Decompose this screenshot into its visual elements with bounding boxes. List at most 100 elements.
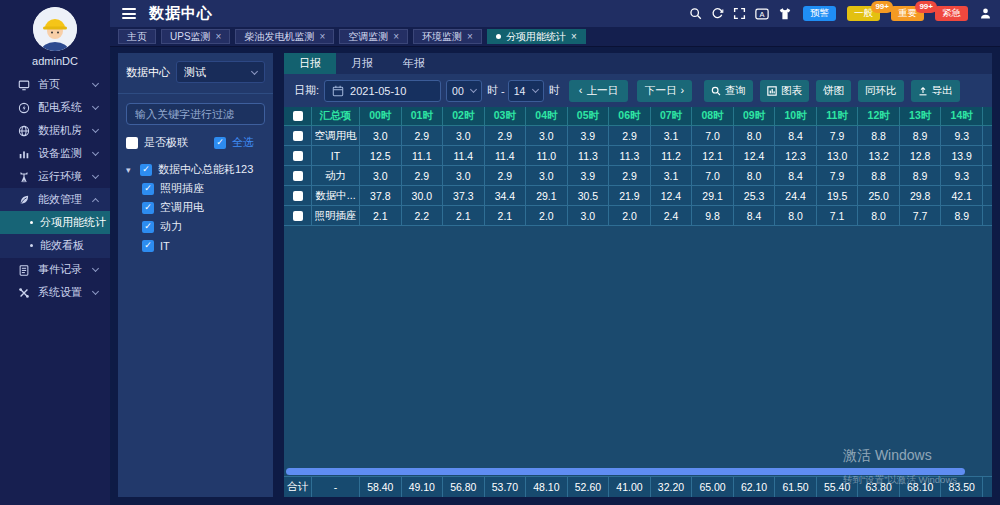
pie-button[interactable]: 饼图 — [816, 80, 851, 102]
row-checkbox[interactable] — [293, 151, 303, 161]
scrollbar-thumb[interactable] — [286, 468, 965, 475]
sidebar-subitem-分项用能统计[interactable]: 分项用能统计 — [0, 211, 110, 234]
value-cell: 3.0 — [360, 166, 402, 186]
tree-node-动力[interactable]: ✓动力 — [126, 217, 273, 236]
header-hour-cell: 12时 — [858, 107, 900, 126]
sidebar-subitem-能效看板[interactable]: 能效看板 — [0, 234, 110, 257]
value-cell: 29.8 — [900, 186, 942, 206]
sidebar-item-能效管理[interactable]: 能效管理 — [0, 188, 110, 211]
row-checkbox[interactable] — [293, 131, 303, 141]
value-cell: 3.0 — [443, 126, 485, 146]
tab-label: 柴油发电机监测 — [244, 30, 314, 44]
alarm-button-紧急[interactable]: 紧急 — [935, 6, 968, 21]
prev-day-button[interactable]: ‹上一日 — [569, 80, 628, 102]
export-button[interactable]: 导出 — [911, 80, 960, 102]
tree-node-照明插座[interactable]: ✓照明插座 — [126, 179, 273, 198]
alarm-badge: 99+ — [871, 1, 893, 13]
value-cell: 8.8 — [858, 166, 900, 186]
filler-cell — [983, 126, 992, 146]
avatar-wrap: adminDC — [0, 0, 110, 67]
datacenter-select[interactable]: 测试 — [176, 61, 265, 83]
power-distribution-icon — [16, 102, 31, 114]
alarm-button-预警[interactable]: 预警 — [803, 6, 836, 21]
translate-icon[interactable]: A — [755, 7, 769, 21]
row-checkbox[interactable] — [293, 171, 303, 181]
header-hour-cell: 02时 — [443, 107, 485, 126]
tree-node-空调用电[interactable]: ✓空调用电 — [126, 198, 273, 217]
user-icon[interactable] — [979, 7, 992, 20]
sidebar-item-设备监测[interactable]: 设备监测 — [0, 142, 110, 165]
header-hour-cell: 00时 — [360, 107, 402, 126]
header-hour-cell: 07时 — [651, 107, 693, 126]
close-tab-icon[interactable]: × — [467, 32, 473, 42]
tab-空调监测[interactable]: 空调监测× — [339, 29, 408, 44]
fullscreen-icon[interactable] — [733, 7, 746, 20]
tree-node-checkbox[interactable]: ✓ — [142, 183, 154, 195]
select-all-checkbox[interactable]: ✓ — [214, 137, 226, 149]
tree-filter-input[interactable] — [126, 103, 265, 125]
date-picker[interactable]: 2021-05-10 — [324, 80, 441, 102]
tree-node-IT[interactable]: ✓IT — [126, 236, 273, 255]
footer-value-cell: 53.70 — [485, 477, 527, 497]
refresh-icon[interactable] — [711, 7, 724, 20]
tab-柴油发电机监测[interactable]: 柴油发电机监测 × — [235, 29, 334, 44]
tree-node-checkbox[interactable]: ✓ — [142, 202, 154, 214]
next-day-button[interactable]: 下一日› — [637, 80, 692, 102]
tab-UPS监测[interactable]: UPS监测× — [161, 29, 230, 44]
tree-node-checkbox[interactable]: ✓ — [142, 240, 154, 252]
footer-value-cell: 52.60 — [568, 477, 610, 497]
row-checkbox[interactable] — [293, 211, 303, 221]
sidebar-item-系统设置[interactable]: 系统设置 — [0, 281, 110, 304]
datacenter-select-value: 测试 — [184, 65, 252, 80]
sidebar-subitem-label: 分项用能统计 — [40, 215, 106, 230]
avatar[interactable] — [33, 7, 77, 51]
report-tab-年报[interactable]: 年报 — [388, 53, 440, 74]
sidebar-item-配电系统[interactable]: 配电系统 — [0, 96, 110, 119]
sidebar-item-数据机房[interactable]: 数据机房 — [0, 119, 110, 142]
alarm-button-一般[interactable]: 一般99+ — [847, 6, 880, 21]
tab-label: 环境监测 — [422, 30, 462, 44]
row-checkbox-cell — [284, 206, 312, 226]
tab-环境监测[interactable]: 环境监测 × — [413, 29, 482, 44]
close-tab-icon[interactable]: × — [571, 32, 577, 42]
filler-cell — [983, 206, 992, 226]
sidebar-item-事件记录[interactable]: 事件记录 — [0, 258, 110, 281]
compare-button[interactable]: 同环比 — [858, 80, 904, 102]
hour-from-select[interactable]: 00 — [446, 80, 482, 102]
query-button[interactable]: 查询 — [704, 80, 753, 102]
sidebar-item-首页[interactable]: 首页 — [0, 73, 110, 96]
tree-caret-icon[interactable]: ▾ — [126, 165, 134, 175]
close-tab-icon[interactable]: × — [319, 32, 325, 42]
value-cell: 2.4 — [651, 206, 693, 226]
filler-cell — [983, 146, 992, 166]
sidebar-item-运行环境[interactable]: 运行环境 — [0, 165, 110, 188]
value-cell: 2.1 — [485, 206, 527, 226]
tab-主页[interactable]: 主页 — [118, 29, 156, 44]
value-cell: 7.7 — [900, 206, 942, 226]
report-tab-月报[interactable]: 月报 — [336, 53, 388, 74]
tree-node-checkbox[interactable]: ✓ — [142, 221, 154, 233]
value-cell: 3.1 — [651, 166, 693, 186]
row-checkbox[interactable] — [293, 191, 303, 201]
header-checkbox[interactable] — [293, 111, 303, 121]
alarm-button-重要[interactable]: 重要99+ — [891, 6, 924, 21]
close-tab-icon[interactable]: × — [393, 32, 399, 42]
tab-分项用能统计[interactable]: 分项用能统计× — [487, 29, 586, 44]
menu-toggle-icon[interactable] — [122, 6, 136, 22]
app-root: adminDC 首页配电系统数据机房设备监测运行环境能效管理分项用能统计能效看板… — [0, 0, 1000, 505]
theme-icon[interactable] — [778, 7, 792, 21]
value-cell: 2.1 — [443, 206, 485, 226]
search-icon[interactable] — [689, 7, 702, 20]
value-cell: 2.9 — [485, 166, 527, 186]
report-tab-日报[interactable]: 日报 — [284, 53, 336, 74]
cascade-checkbox[interactable] — [126, 137, 138, 149]
sidebar: adminDC 首页配电系统数据机房设备监测运行环境能效管理分项用能统计能效看板… — [0, 0, 110, 505]
value-cell: 3.1 — [651, 126, 693, 146]
chart-button[interactable]: 图表 — [760, 80, 809, 102]
horizontal-scrollbar[interactable] — [284, 467, 992, 475]
value-cell: 2.0 — [609, 206, 651, 226]
tree-root-checkbox[interactable]: ✓ — [140, 164, 152, 176]
hour-to-select[interactable]: 14 — [508, 80, 544, 102]
tree-root-node[interactable]: ▾ ✓ 数据中心总能耗123 — [126, 160, 273, 179]
close-tab-icon[interactable]: × — [216, 32, 222, 42]
